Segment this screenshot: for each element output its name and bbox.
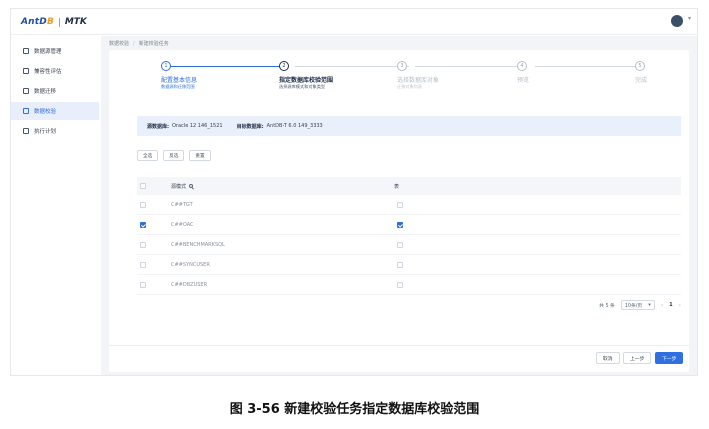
row-checkbox[interactable]: [140, 241, 146, 248]
table-type-checkbox[interactable]: [397, 201, 403, 208]
logo-text: AntD: [21, 17, 47, 27]
sidebar-item-label: 数据校验: [34, 109, 57, 115]
migrate-icon: [23, 88, 29, 94]
breadcrumb-separator: /: [133, 40, 135, 47]
selection-actions: 全选 反选 重置: [137, 150, 211, 161]
next-page-icon[interactable]: ›: [679, 302, 681, 309]
sidebar-item-assessment[interactable]: 兼容性评估: [11, 62, 99, 80]
table-type-checkbox[interactable]: [397, 241, 403, 248]
app-window: AntDB MTK ▾ 数据源管理 兼容性评估 数据迁移 数据校验 执行计划: [10, 8, 698, 376]
page-size-value: 10条/页: [624, 303, 643, 309]
table-row[interactable]: C##DBZUSER: [137, 275, 681, 295]
breadcrumb-current: 新建校验任务: [138, 41, 169, 47]
logo-accent: B: [46, 17, 54, 27]
pagination: 共 5 条 10条/页 ▾ ‹ 1 ›: [599, 300, 681, 310]
table-row[interactable]: C##BENCHMARKSQL: [137, 235, 681, 255]
schema-name: C##OAC: [171, 221, 194, 228]
database-info-bar: 源数据库: Oracle 12 146_1521 目标数据库: AntDB-T …: [137, 116, 681, 136]
sidebar-item-label: 兼容性评估: [34, 69, 62, 75]
sidebar: 数据源管理 兼容性评估 数据迁移 数据校验 执行计划: [11, 36, 99, 375]
sidebar-item-datasource[interactable]: 数据源管理: [11, 42, 99, 60]
table-row[interactable]: C##SYNCUSER: [137, 255, 681, 275]
user-avatar[interactable]: [671, 15, 683, 27]
column-header-schema: 源模式: [171, 183, 187, 190]
chevron-down-icon: ▾: [648, 302, 651, 308]
current-page[interactable]: 1: [669, 303, 672, 308]
prev-page-icon[interactable]: ‹: [661, 302, 663, 309]
row-checkbox[interactable]: [140, 281, 146, 288]
sidebar-item-label: 数据迁移: [34, 89, 57, 95]
total-count: 共 5 条: [599, 303, 615, 309]
table-header: 源模式 表: [137, 177, 681, 195]
row-checkbox[interactable]: [140, 261, 146, 268]
step-2-dot: 2: [279, 61, 289, 71]
step-connector: [415, 66, 525, 67]
schema-name: C##SYNCUSER: [171, 261, 210, 268]
database-icon: [23, 48, 29, 54]
step-1-subtitle: 数据源和迁移范围: [161, 84, 195, 89]
table-type-checkbox[interactable]: [397, 281, 403, 288]
step-5-dot: 5: [635, 61, 645, 71]
step-3-title: 选择数据库对象: [397, 77, 440, 84]
footer-divider: [109, 345, 689, 346]
breadcrumb-parent[interactable]: 数据校验: [109, 40, 129, 47]
schema-table: 源模式 表 C##TGT C##OAC C##BENCHMARKSQL C##S…: [137, 177, 681, 295]
page-size-select[interactable]: 10条/页 ▾: [620, 300, 655, 310]
step-2-subtitle: 选择源库模式和对象类型: [279, 84, 326, 89]
sidebar-item-label: 执行计划: [34, 129, 57, 135]
verify-icon: [23, 108, 29, 114]
table-type-checkbox[interactable]: [397, 221, 403, 228]
invert-selection-button[interactable]: 反选: [163, 150, 185, 161]
schema-name: C##BENCHMARKSQL: [171, 241, 225, 248]
sidebar-item-label: 数据源管理: [34, 49, 62, 55]
schema-name: C##TGT: [171, 201, 193, 208]
next-step-button[interactable]: 下一步: [655, 352, 684, 364]
search-icon[interactable]: [189, 184, 194, 188]
step-5-title: 完成: [635, 77, 648, 84]
step-connector: [169, 66, 283, 67]
product-name: MTK: [64, 17, 87, 27]
assessment-icon: [23, 68, 29, 74]
step-4-title: 预览: [517, 77, 530, 84]
cancel-button[interactable]: 取消: [596, 352, 620, 364]
logo-divider: [58, 17, 60, 27]
row-checkbox[interactable]: [140, 201, 146, 208]
row-checkbox[interactable]: [140, 221, 146, 228]
table-row[interactable]: C##OAC: [137, 215, 681, 235]
select-all-button[interactable]: 全选: [137, 150, 159, 161]
app-logo: AntD B MTK: [21, 16, 87, 28]
reset-button[interactable]: 重置: [189, 150, 211, 161]
source-db-value: Oracle 12 146_1521: [172, 123, 223, 129]
schema-name: C##DBZUSER: [171, 281, 208, 288]
step-connector: [535, 66, 643, 67]
target-db-label: 目标数据库:: [236, 123, 264, 130]
step-1-title: 配置基本信息: [161, 77, 198, 84]
sidebar-item-verify[interactable]: 数据校验: [11, 102, 99, 120]
column-header-table: 表: [394, 183, 400, 190]
figure-caption: 图 3-56 新建校验任务指定数据库校验范围: [229, 402, 480, 417]
step-1-dot: 1: [161, 61, 171, 71]
chevron-down-icon[interactable]: ▾: [688, 15, 691, 22]
sidebar-item-schedule[interactable]: 执行计划: [11, 122, 99, 140]
step-connector: [295, 66, 409, 67]
breadcrumb: 数据校验 / 新建校验任务: [109, 40, 169, 48]
step-indicator: 1 配置基本信息 数据源和迁移范围 2 指定数据库校验范围 选择源库模式和对象类…: [109, 50, 689, 110]
select-all-checkbox[interactable]: [140, 183, 146, 189]
calendar-icon: [23, 128, 29, 134]
main-content: 数据校验 / 新建校验任务 1 配置基本信息 数据源和迁移范围 2 指定数据库校…: [101, 36, 697, 375]
wizard-card: 1 配置基本信息 数据源和迁移范围 2 指定数据库校验范围 选择源库模式和对象类…: [109, 50, 689, 372]
step-3-dot: 3: [397, 61, 407, 71]
step-4-dot: 4: [517, 61, 527, 71]
table-type-checkbox[interactable]: [397, 261, 403, 268]
prev-step-button[interactable]: 上一步: [623, 352, 652, 364]
step-3-subtitle: 迁移对象列表: [397, 84, 423, 89]
table-row[interactable]: C##TGT: [137, 195, 681, 215]
step-2-title: 指定数据库校验范围: [279, 77, 334, 84]
sidebar-item-migration[interactable]: 数据迁移: [11, 82, 99, 100]
source-db-label: 源数据库:: [147, 123, 169, 130]
target-db-value: AntDB-T 6.0 149_3333: [266, 123, 323, 129]
top-bar: AntD B MTK ▾: [11, 9, 697, 35]
